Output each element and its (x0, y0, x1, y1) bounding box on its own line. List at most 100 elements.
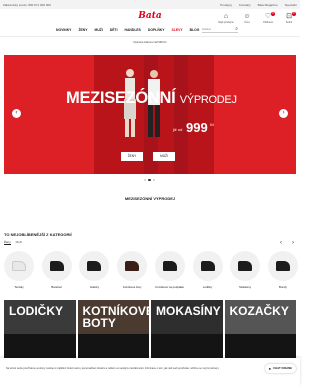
main-nav: NOVINKY ŽENY MUŽI DĚTI HANDLES DOPLŇKY S… (56, 28, 199, 32)
search-input[interactable]: Hledat ⌕ (202, 26, 238, 33)
hero-decor (174, 55, 188, 174)
carousel-dot[interactable] (152, 179, 156, 182)
chat-icon: ● (268, 366, 272, 371)
hero-banner[interactable]: MEZISEZÓNNÍ VÝPRODEJ již od 999 Kč ŽENY … (4, 55, 296, 174)
tile-title: LODIČKY (9, 304, 63, 318)
cookie-banner: Na tomto webu používáme soubory cookies … (0, 358, 300, 386)
cart-label: Košík (285, 21, 293, 24)
utility-link-stores[interactable]: Prodejny (220, 3, 232, 7)
hero-next-arrow-icon[interactable]: › (279, 109, 288, 118)
categories-title: TO NEJOBLÍBENĚJŠÍ Z KATEGORIÍ (4, 232, 72, 237)
tab-women[interactable]: Ženy (4, 240, 11, 245)
hero-cta-men[interactable]: MUŽI (153, 152, 175, 161)
carousel-dots (144, 179, 156, 182)
category-label: Bundy (278, 285, 287, 289)
category-image (79, 251, 110, 281)
category-image (230, 251, 261, 281)
category-image (4, 251, 34, 281)
nav-item-novinky[interactable]: NOVINKY (56, 28, 71, 32)
category-item[interactable]: Kotníkové boty (115, 251, 149, 289)
category-item[interactable]: Kotníkové na podpatku (153, 251, 187, 289)
boot-icon (162, 261, 177, 271)
tile-title: MOKASÍNY (156, 304, 221, 318)
carousel-dot-active[interactable] (148, 179, 151, 182)
category-list: Tenisky Barefoot Holinky Kotníkové boty … (2, 251, 300, 289)
carousel-dot[interactable] (144, 179, 147, 182)
favorites-label: Oblíbené (262, 21, 274, 24)
favorites-badge: 0 (271, 12, 275, 16)
hero-prev-arrow-icon[interactable]: ‹ (12, 109, 21, 118)
category-label: Lodičky (202, 285, 213, 289)
cookie-text: Na tomto webu používáme soubory cookies … (6, 367, 220, 370)
loafer-icon (238, 261, 253, 271)
sneaker-icon (12, 261, 26, 271)
store-locator-button[interactable]: ⌂ Najít prodejnu (218, 13, 234, 24)
nav-item-zeny[interactable]: ŽENY (78, 28, 87, 32)
hero-headline-thin: VÝPRODEJ (179, 94, 237, 106)
bata-logo[interactable]: Bata (136, 11, 164, 21)
cart-button[interactable]: ⊡ Košík 0 (282, 12, 296, 24)
top-utility-bar: Zákaznický servis: 800 971 000 000 Prode… (0, 0, 300, 9)
store-icon: ⌂ (223, 13, 229, 20)
chat-online-button[interactable]: ● CHAT ONLINE (264, 364, 296, 373)
boot-icon (87, 261, 102, 271)
category-item[interactable]: Bundy (266, 251, 300, 289)
account-label: Účet (244, 21, 250, 24)
category-image (267, 251, 298, 281)
nav-item-doplnky[interactable]: DOPLŇKY (148, 28, 165, 32)
hero-price-from: již od (173, 127, 183, 132)
category-item[interactable]: Mokasíny (228, 251, 262, 289)
promo-strip[interactable]: Doprava zdarma nad 999 Kč (0, 41, 300, 44)
category-image (117, 251, 148, 281)
shoe-icon (49, 261, 64, 271)
boot-icon (125, 261, 140, 271)
cart-badge: 0 (292, 12, 296, 16)
category-item[interactable]: Barefoot (40, 251, 74, 289)
heel-icon (200, 261, 215, 271)
tab-men[interactable]: Muži (16, 240, 22, 245)
hero-headline-bold: MEZISEZÓNNÍ (66, 89, 176, 107)
header-actions: ⌂ Najít prodejnu ☺ Účet ♡ Oblíbené 0 ⊡ K… (218, 12, 296, 24)
search-placeholder: Hledat (202, 27, 211, 31)
hero-price: 999 (186, 120, 208, 135)
utility-link-magazine[interactable]: Bata Magazine (258, 3, 278, 7)
hero-currency: Kč (210, 123, 215, 127)
nav-item-muzi[interactable]: MUŽI (95, 28, 103, 32)
category-item[interactable]: Tenisky (2, 251, 36, 289)
category-label: Kotníkové boty (122, 285, 142, 289)
category-image (192, 251, 223, 281)
hero-headline: MEZISEZÓNNÍ VÝPRODEJ (66, 89, 237, 108)
category-label: Kotníkové na podpatku (155, 285, 185, 289)
tile-title: KOZAČKY (229, 304, 289, 318)
category-image (41, 251, 72, 281)
category-label: Holinky (89, 285, 99, 289)
hero-cta-women[interactable]: ŽENY (121, 152, 143, 161)
category-label: Tenisky (14, 285, 24, 289)
nav-item-handles[interactable]: HANDLES (125, 28, 141, 32)
search-icon[interactable]: ⌕ (235, 26, 238, 32)
nav-item-deti[interactable]: DĚTI (110, 28, 118, 32)
categories-next-icon[interactable]: › (292, 240, 294, 246)
tile-title: KOTNÍKOVÉ BOTY (82, 304, 150, 330)
user-icon: ☺ (243, 13, 251, 20)
category-item[interactable]: Lodičky (191, 251, 225, 289)
categories-tabs: Ženy Muži (4, 240, 22, 245)
category-item[interactable]: Holinky (77, 251, 111, 289)
jacket-icon (275, 261, 290, 271)
nav-divider (0, 36, 300, 37)
hero-caption[interactable]: MEZISEZÓNNÍ VÝPRODEJ (0, 196, 300, 201)
store-locator-label: Najít prodejnu (218, 21, 234, 24)
customer-service-text: Zákaznický servis: 800 971 000 000 (3, 3, 51, 7)
nav-item-blog[interactable]: BLOG (190, 28, 200, 32)
chat-label: CHAT ONLINE (273, 366, 292, 370)
categories-prev-icon[interactable]: ‹ (280, 240, 282, 246)
nav-item-slevy[interactable]: SLEVY (172, 28, 183, 32)
utility-link-special[interactable]: Speciální (285, 3, 297, 7)
favorites-button[interactable]: ♡ Oblíbené 0 (261, 12, 275, 24)
account-button[interactable]: ☺ Účet (240, 13, 254, 24)
utility-link-contacts[interactable]: Kontakty (239, 3, 251, 7)
category-image (154, 251, 185, 281)
categories-arrows: ‹ › (280, 240, 294, 246)
utility-links: Prodejny Kontakty Bata Magazine Speciáln… (220, 3, 297, 7)
category-label: Barefoot (51, 285, 62, 289)
